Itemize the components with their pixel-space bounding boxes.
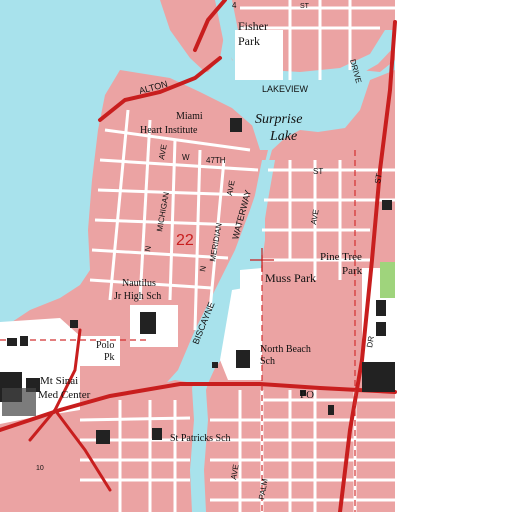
label-polo-2: Pk: [104, 352, 115, 363]
outside-map-area: [395, 0, 512, 512]
label-north-beach-1: North Beach: [260, 344, 311, 355]
label-fisher-park-1: Fisher: [238, 19, 268, 33]
label-st-top: ST: [300, 3, 310, 10]
label-pine-tree-2: Park: [342, 265, 363, 277]
label-po: PO: [300, 389, 314, 401]
label-polo-1: Polo: [96, 340, 114, 351]
topographic-map: Fisher Park 4 ST LAKEVIEW DRIVE Surprise…: [0, 0, 512, 512]
label-mt-sinai-1: Mt Sinai: [40, 375, 78, 387]
label-elev-10: 10: [36, 465, 44, 472]
label-nautilus-1: Nautilus: [122, 278, 156, 289]
label-w: W: [182, 153, 190, 162]
label-st-b: ST: [373, 173, 384, 185]
pine-tree-green: [380, 262, 395, 298]
mt-sinai-buildings: [2, 388, 36, 416]
label-mt-sinai-2: Med Center: [38, 389, 91, 401]
label-surprise-2: Lake: [269, 129, 297, 144]
label-nautilus-2: Jr High Sch: [114, 291, 161, 302]
label-pine-tree-1: Pine Tree: [320, 251, 362, 263]
label-north-beach-2: Sch: [260, 356, 275, 367]
label-miami-heart-2: Heart Institute: [140, 125, 198, 136]
label-section-22: 22: [176, 232, 194, 249]
label-four: 4: [232, 1, 237, 10]
label-fisher-park-2: Park: [238, 34, 260, 48]
label-st-a: ST: [313, 167, 323, 176]
label-st-patricks: St Patricks Sch: [170, 433, 231, 444]
label-muss-park: Muss Park: [265, 271, 316, 285]
label-miami-heart-1: Miami: [176, 111, 203, 122]
label-surprise-1: Surprise: [255, 112, 302, 127]
label-lakeview: LAKEVIEW: [262, 84, 309, 94]
label-47th: 47TH: [206, 156, 226, 165]
